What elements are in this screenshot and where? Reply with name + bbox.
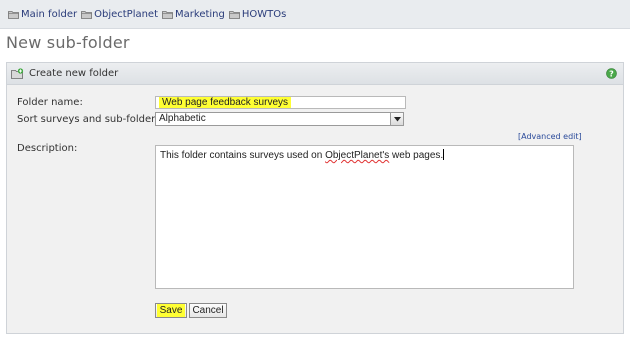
breadcrumb: Main folder ObjectPlanet Marketing HOWTO… — [0, 0, 630, 29]
breadcrumb-item-objectplanet[interactable]: ObjectPlanet — [81, 9, 158, 20]
description-label: Description: — [17, 143, 78, 154]
description-text-before: This folder contains surveys used on — [160, 150, 326, 161]
new-folder-icon — [11, 68, 24, 79]
cancel-button-label: Cancel — [192, 305, 224, 316]
breadcrumb-label: Main folder — [21, 8, 78, 20]
breadcrumb-label: ObjectPlanet — [94, 8, 159, 20]
breadcrumb-label: HOWTOs — [241, 8, 287, 20]
advanced-edit-link[interactable]: [Advanced edit] — [518, 132, 582, 141]
folder-icon — [8, 9, 19, 19]
chevron-down-icon[interactable] — [390, 113, 403, 125]
folder-name-input[interactable]: Web page feedback surveys — [155, 96, 406, 109]
panel-header: Create new folder ? — [7, 63, 623, 85]
description-text-after: web pages. — [389, 150, 444, 161]
text-caret — [443, 149, 445, 160]
description-textarea[interactable]: This folder contains surveys used on Obj… — [155, 145, 574, 289]
folder-icon — [81, 9, 92, 19]
page-title: New sub-folder — [6, 33, 130, 52]
breadcrumb-item-main-folder[interactable]: Main folder — [8, 9, 77, 20]
folder-name-label: Folder name: — [17, 97, 83, 108]
breadcrumb-item-howtos[interactable]: HOWTOs — [228, 8, 287, 20]
help-icon[interactable]: ? — [606, 68, 617, 79]
sort-select-value: Alphabetic — [159, 113, 206, 124]
breadcrumb-item-marketing[interactable]: Marketing — [162, 9, 225, 20]
save-button-label: Save — [156, 304, 186, 317]
svg-text:?: ? — [609, 69, 614, 78]
folder-icon — [228, 9, 240, 19]
create-folder-panel: Create new folder ? Folder name: Web pag… — [6, 62, 624, 334]
description-misspelled-word: ObjectPlanet's — [325, 150, 390, 161]
panel-title: Create new folder — [29, 68, 119, 79]
breadcrumb-label: Marketing — [175, 8, 225, 20]
cancel-button[interactable]: Cancel — [189, 303, 227, 318]
sort-label: Sort surveys and sub-folders: — [17, 114, 164, 125]
folder-icon — [162, 9, 173, 19]
sort-select[interactable]: Alphabetic — [155, 112, 404, 126]
save-button[interactable]: Save — [155, 303, 187, 318]
folder-name-value: Web page feedback surveys — [159, 97, 292, 108]
